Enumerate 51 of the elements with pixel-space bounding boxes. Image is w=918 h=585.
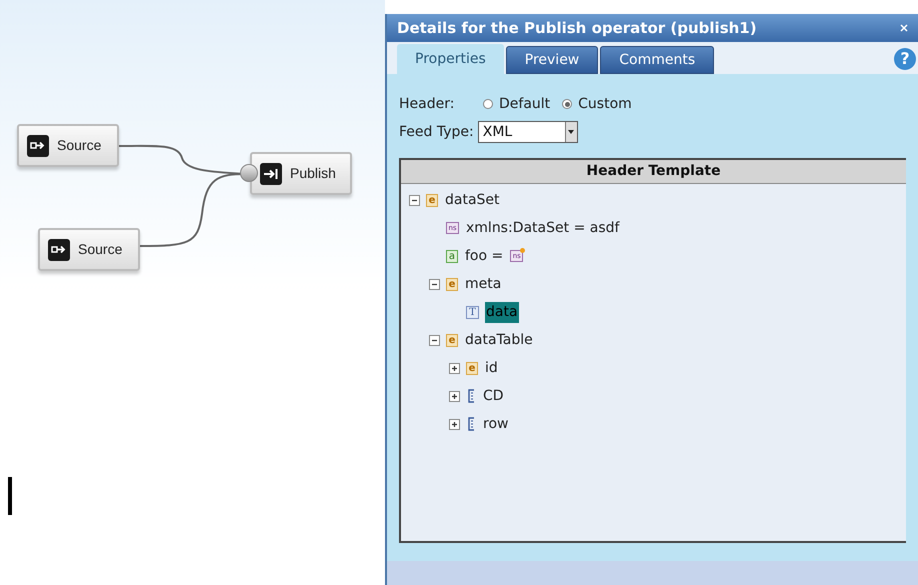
arrow-out-icon xyxy=(48,238,70,260)
tree-node-label[interactable]: dataTable xyxy=(464,330,534,350)
bracket-list-icon xyxy=(466,417,476,431)
field-label: Header: xyxy=(399,94,456,114)
element-icon: e xyxy=(446,278,458,290)
element-icon: e xyxy=(466,362,478,374)
text-cursor-icon xyxy=(8,477,12,515)
tree-node-label[interactable]: id xyxy=(484,358,499,378)
operator-node[interactable]: Source xyxy=(17,124,119,167)
radio-label: Default xyxy=(499,94,550,114)
tab[interactable]: Comments xyxy=(600,46,714,74)
bracket-list-icon xyxy=(466,389,476,403)
plus-icon xyxy=(451,364,458,372)
dialog-title: Details for the Publish operator (publish1) xyxy=(397,18,757,39)
node-label: Source xyxy=(57,136,102,155)
operator-node[interactable]: Publish xyxy=(250,152,352,195)
feed-type-dropdown[interactable]: XML xyxy=(478,121,578,143)
text-node-icon: T xyxy=(466,306,479,318)
collapse-toggle[interactable] xyxy=(409,194,420,206)
arrow-out-icon xyxy=(27,134,49,156)
operator-node[interactable]: Source xyxy=(38,228,140,271)
attribute-icon: a xyxy=(446,250,458,262)
node-label: Source xyxy=(78,240,122,259)
radio-button[interactable] xyxy=(483,99,493,109)
tab[interactable]: Properties xyxy=(397,44,504,74)
help-icon[interactable]: ? xyxy=(894,48,916,70)
panel-title: Header Template xyxy=(586,162,721,181)
node-label: Publish xyxy=(290,164,336,183)
expand-toggle[interactable] xyxy=(449,390,460,402)
tree-node-label[interactable]: dataSet xyxy=(444,190,501,210)
tree-node-label[interactable]: xmlns:DataSet = asdf xyxy=(465,218,620,238)
radio-button[interactable] xyxy=(562,99,572,109)
expand-toggle[interactable] xyxy=(449,418,460,430)
tree-node-label[interactable]: meta xyxy=(464,274,502,294)
tree-node-label[interactable]: CD xyxy=(482,386,505,406)
arrow-to-bar-icon xyxy=(260,162,282,184)
plus-icon xyxy=(451,392,458,400)
collapse-toggle[interactable] xyxy=(429,278,440,290)
tab[interactable]: Preview xyxy=(506,46,598,74)
tree-node-label[interactable]: row xyxy=(482,414,510,434)
element-icon: e xyxy=(446,334,458,346)
expand-toggle[interactable] xyxy=(449,362,460,374)
collapse-toggle[interactable] xyxy=(429,334,440,346)
radio-label: Custom xyxy=(578,94,632,114)
tree-node-label[interactable]: data xyxy=(485,302,519,322)
plus-icon xyxy=(451,420,458,428)
input-port-knob[interactable] xyxy=(240,164,258,182)
close-icon[interactable] xyxy=(900,24,908,32)
element-icon: e xyxy=(426,194,438,206)
tree-node-label[interactable]: foo = xyxy=(464,246,504,266)
field-label: Feed Type: xyxy=(399,122,474,142)
